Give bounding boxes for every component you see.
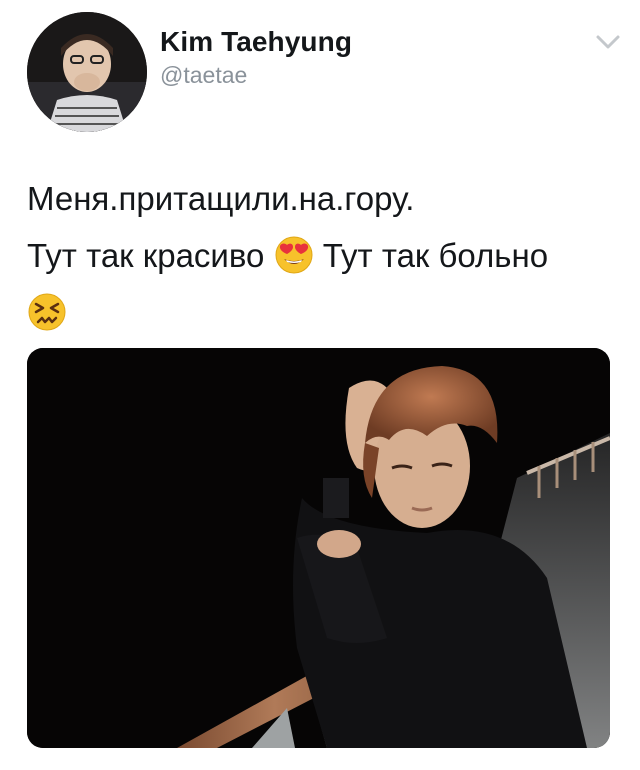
- tweet-text-line-1: Меня.притащили.на.гору.: [27, 180, 415, 217]
- confounded-face-emoji-icon: [27, 292, 67, 332]
- avatar[interactable]: [27, 12, 147, 132]
- tweet-photo[interactable]: [27, 348, 610, 748]
- tweet-text-segment: Тут так больно: [322, 237, 549, 274]
- tweet-text-line-3: [27, 284, 617, 341]
- tweet-text-segment: Тут так красиво: [27, 237, 265, 274]
- author-display-name[interactable]: Kim Taehyung: [160, 26, 352, 58]
- avatar-image: [27, 12, 147, 132]
- tweet-text: Меня.притащили.на.гору. Тут так красиво …: [27, 170, 617, 341]
- heart-eyes-emoji-icon: [274, 235, 314, 275]
- author-handle[interactable]: @taetae: [160, 62, 247, 89]
- tweet-text-line-2: Тут так красиво Тут так больно: [27, 227, 617, 284]
- chevron-down-icon[interactable]: [594, 32, 622, 52]
- tweet-card: Kim Taehyung @taetae Меня.притащили.на.г…: [0, 0, 640, 770]
- photo-image: [27, 348, 610, 748]
